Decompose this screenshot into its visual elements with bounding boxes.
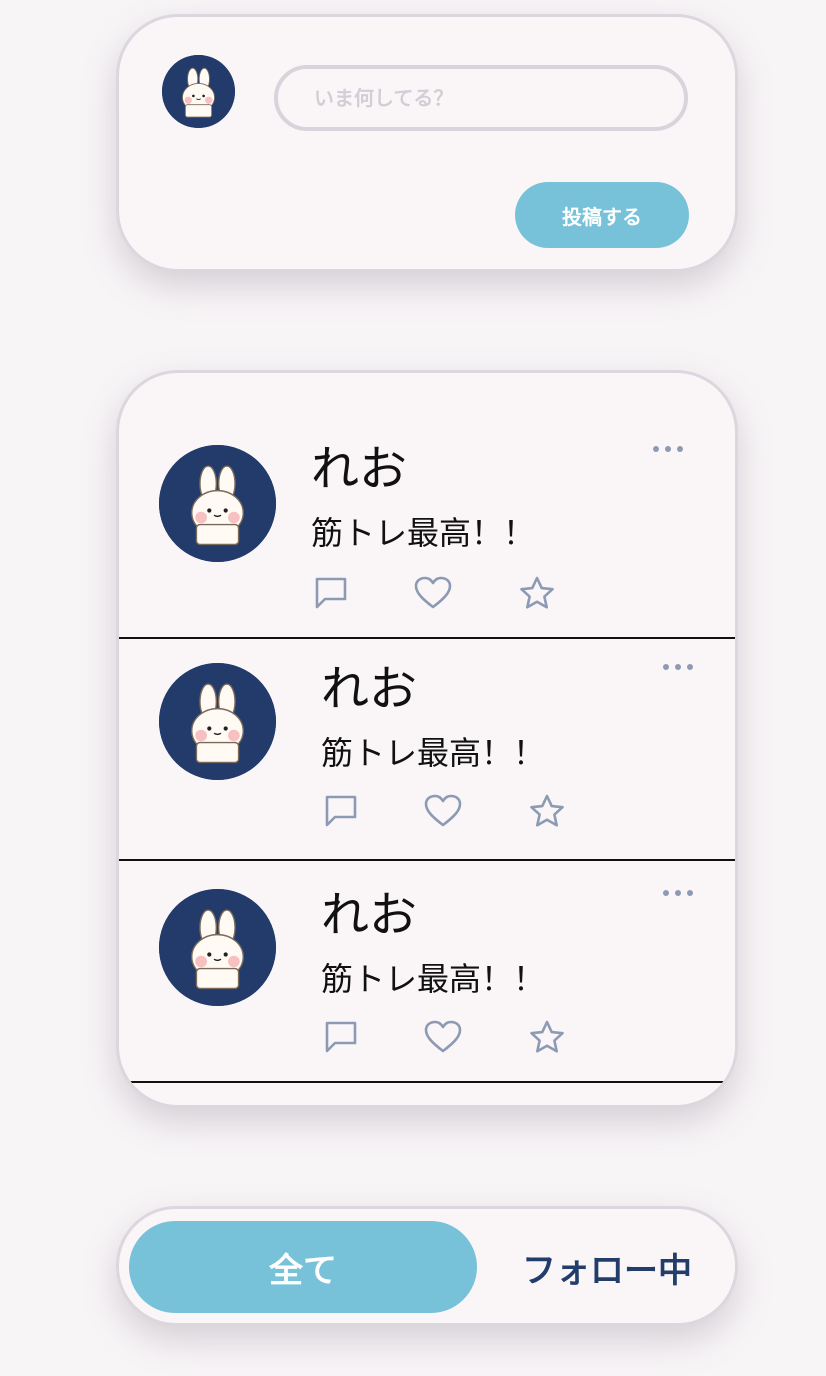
post-username[interactable]: れお [321, 665, 417, 713]
comment-icon[interactable] [311, 575, 351, 611]
timeline-feed: れお 筋トレ最高！！ れお 筋トレ最高！！ れお 筋トレ最高！！ [116, 370, 738, 1108]
post-avatar[interactable] [159, 445, 276, 562]
more-dots-icon[interactable] [651, 441, 685, 457]
comment-icon[interactable] [321, 1019, 361, 1055]
bunny-avatar-icon [162, 55, 235, 128]
post-composer: 投稿する [116, 14, 738, 272]
more-dots-icon[interactable] [661, 885, 695, 901]
star-icon[interactable] [517, 575, 557, 611]
post-username[interactable]: れお [321, 891, 417, 939]
user-avatar[interactable] [162, 55, 235, 128]
tab-all[interactable]: 全て [129, 1221, 477, 1313]
post-avatar[interactable] [159, 889, 276, 1006]
post-content: 筋トレ最高！！ [311, 514, 536, 552]
star-icon[interactable] [527, 793, 567, 829]
feed-tab-switcher: 全て フォロー中 [116, 1206, 738, 1326]
bunny-avatar-icon [159, 445, 276, 562]
bunny-avatar-icon [159, 663, 276, 780]
post-username[interactable]: れお [311, 445, 407, 493]
post-avatar[interactable] [159, 663, 276, 780]
bunny-avatar-icon [159, 889, 276, 1006]
comment-icon[interactable] [321, 793, 361, 829]
star-icon[interactable] [527, 1019, 567, 1055]
heart-icon[interactable] [423, 1019, 463, 1055]
post-item: れお 筋トレ最高！！ [119, 639, 735, 861]
post-button[interactable]: 投稿する [515, 182, 689, 248]
more-dots-icon[interactable] [661, 659, 695, 675]
tab-following[interactable]: フォロー中 [497, 1221, 717, 1313]
heart-icon[interactable] [423, 793, 463, 829]
post-item: れお 筋トレ最高！！ [119, 373, 735, 639]
post-item: れお 筋トレ最高！！ [119, 861, 735, 1083]
post-content: 筋トレ最高！！ [321, 734, 546, 772]
post-content: 筋トレ最高！！ [321, 960, 546, 998]
post-input[interactable] [274, 65, 688, 131]
heart-icon[interactable] [413, 575, 453, 611]
